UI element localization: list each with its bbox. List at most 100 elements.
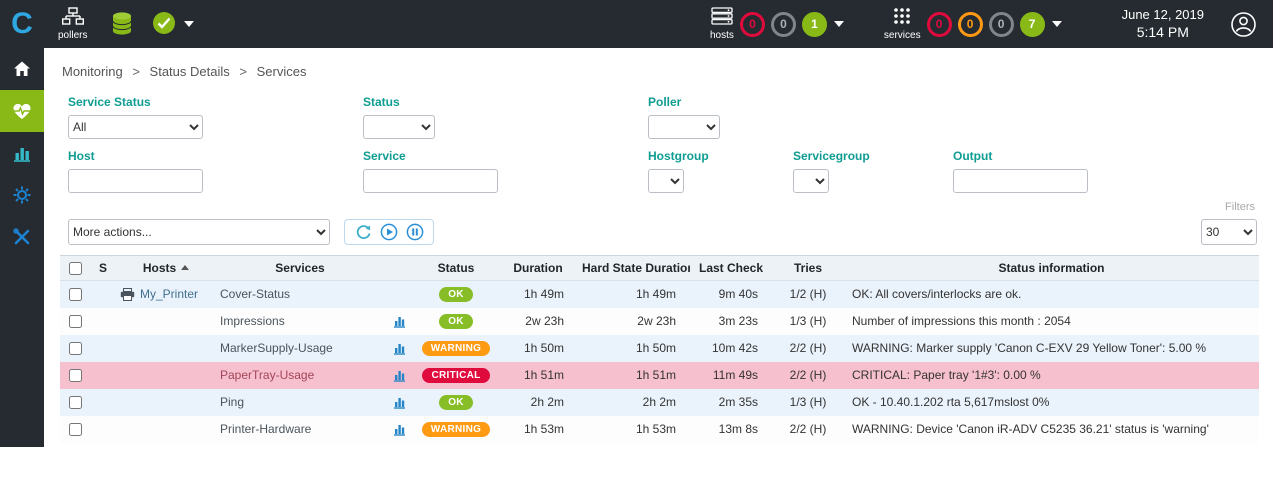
hosts-unreachable-badge[interactable]: 0	[771, 12, 796, 37]
row-checkbox[interactable]	[69, 396, 82, 409]
col-header-hard-state-duration[interactable]: Hard State Duration	[578, 256, 690, 281]
hosts-menu[interactable]: hosts	[710, 7, 734, 41]
status-information-cell: Number of impressions this month : 2054	[844, 308, 1259, 335]
sidebar-item-monitoring[interactable]	[0, 90, 44, 132]
services-ok-badge[interactable]: 7	[1020, 12, 1045, 37]
service-link[interactable]: PaperTray-Usage	[220, 368, 314, 382]
select-all-cell	[60, 256, 90, 281]
service-graph-icon[interactable]	[393, 369, 406, 382]
user-menu[interactable]	[1230, 11, 1257, 38]
row-checkbox[interactable]	[69, 423, 82, 436]
service-status-select[interactable]: All	[68, 115, 203, 139]
database-status-icon[interactable]	[111, 11, 133, 37]
centreon-logo-icon[interactable]: C	[0, 0, 44, 48]
table-row: My_Printer Cover-Status OK 1h 49m 1h 49m…	[60, 281, 1259, 308]
user-icon	[1230, 11, 1257, 38]
services-critical-badge[interactable]: 0	[927, 12, 952, 37]
col-header-s[interactable]: S	[90, 256, 116, 281]
service-graph-icon[interactable]	[393, 342, 406, 355]
servicegroup-select[interactable]	[793, 169, 829, 193]
services-unknown-badge[interactable]: 0	[989, 12, 1014, 37]
col-header-status[interactable]: Status	[414, 256, 498, 281]
tries-cell: 1/2 (H)	[772, 281, 844, 308]
service-link[interactable]: Printer-Hardware	[220, 422, 311, 436]
hosts-label: hosts	[710, 30, 734, 41]
main-content: Monitoring > Status Details > Services S…	[44, 48, 1273, 443]
breadcrumb-monitoring[interactable]: Monitoring	[62, 64, 123, 79]
status-information-cell: OK: All covers/interlocks are ok.	[844, 281, 1259, 308]
status-information-cell: OK - 10.40.1.202 rta 5,617mslost 0%	[844, 389, 1259, 416]
breadcrumb: Monitoring > Status Details > Services	[62, 64, 1259, 79]
sidebar-item-configuration[interactable]	[0, 174, 44, 216]
crossed-tools-icon	[12, 227, 32, 247]
last-check-cell: 11m 49s	[690, 362, 772, 389]
chevron-down-icon[interactable]	[834, 21, 844, 27]
tries-cell: 2/2 (H)	[772, 362, 844, 389]
sidebar-item-reporting[interactable]	[0, 132, 44, 174]
row-checkbox[interactable]	[69, 315, 82, 328]
refresh-button[interactable]	[354, 223, 372, 241]
pause-button[interactable]	[406, 223, 424, 241]
row-s-cell	[90, 362, 116, 389]
chevron-down-icon[interactable]	[1052, 21, 1062, 27]
heart-pulse-icon	[11, 101, 33, 121]
output-input[interactable]	[953, 169, 1088, 193]
col-header-graph	[384, 256, 414, 281]
col-header-tries[interactable]: Tries	[772, 256, 844, 281]
servicegroup-label: Servicegroup	[793, 149, 953, 163]
col-header-hosts[interactable]: Hosts	[116, 256, 216, 281]
select-all-checkbox[interactable]	[69, 262, 82, 275]
play-icon	[380, 223, 398, 241]
status-select[interactable]	[363, 115, 435, 139]
status-badge: OK	[439, 287, 473, 302]
row-checkbox[interactable]	[69, 369, 82, 382]
breadcrumb-services[interactable]: Services	[257, 64, 307, 79]
hard-state-duration-cell: 2h 2m	[578, 389, 690, 416]
col-header-last-check[interactable]: Last Check	[690, 256, 772, 281]
col-header-status-information[interactable]: Status information	[844, 256, 1259, 281]
breadcrumb-status-details[interactable]: Status Details	[150, 64, 230, 79]
duration-cell: 1h 51m	[498, 362, 578, 389]
refresh-icon	[355, 224, 372, 241]
services-warning-badge[interactable]: 0	[958, 12, 983, 37]
col-header-services[interactable]: Services	[216, 256, 384, 281]
poller-select[interactable]	[648, 115, 720, 139]
refresh-controls	[344, 219, 434, 245]
hosts-down-badge[interactable]: 0	[740, 12, 765, 37]
service-graph-icon[interactable]	[393, 396, 406, 409]
service-graph-icon[interactable]	[393, 423, 406, 436]
poller-status-menu[interactable]	[151, 10, 194, 39]
status-badge: WARNING	[422, 422, 490, 437]
last-check-cell: 3m 23s	[690, 308, 772, 335]
page-size-select[interactable]: 30	[1201, 219, 1257, 245]
row-checkbox[interactable]	[69, 342, 82, 355]
hard-state-duration-cell: 1h 50m	[578, 335, 690, 362]
sidebar-item-administration[interactable]	[0, 216, 44, 258]
sidebar-item-home[interactable]	[0, 48, 44, 90]
host-input[interactable]	[68, 169, 203, 193]
services-menu[interactable]: services	[884, 7, 921, 41]
service-input[interactable]	[363, 169, 498, 193]
service-link[interactable]: Ping	[220, 395, 244, 409]
hostgroup-select[interactable]	[648, 169, 684, 193]
more-actions-select[interactable]: More actions...	[68, 219, 330, 245]
row-checkbox[interactable]	[69, 288, 82, 301]
services-icon	[891, 7, 913, 28]
service-link[interactable]: Impressions	[220, 314, 285, 328]
service-link[interactable]: MarkerSupply-Usage	[220, 341, 333, 355]
tries-cell: 1/3 (H)	[772, 389, 844, 416]
service-link[interactable]: Cover-Status	[220, 287, 290, 301]
col-header-duration[interactable]: Duration	[498, 256, 578, 281]
row-s-cell	[90, 416, 116, 443]
filter-panel: Service Status All Status Poller Host Se…	[60, 95, 1259, 205]
service-graph-icon[interactable]	[393, 315, 406, 328]
table-row: Printer-Hardware WARNING 1h 53m 1h 53m 1…	[60, 416, 1259, 443]
host-link[interactable]: My_Printer	[140, 287, 198, 301]
row-s-cell	[90, 335, 116, 362]
pollers-menu[interactable]: pollers	[58, 7, 87, 41]
table-header-row: S Hosts Services Status Duration Hard St…	[60, 256, 1259, 281]
printer-icon	[120, 288, 135, 301]
hosts-status-group: hosts 0 0 1	[710, 7, 844, 41]
hosts-up-badge[interactable]: 1	[802, 12, 827, 37]
play-button[interactable]	[380, 223, 398, 241]
